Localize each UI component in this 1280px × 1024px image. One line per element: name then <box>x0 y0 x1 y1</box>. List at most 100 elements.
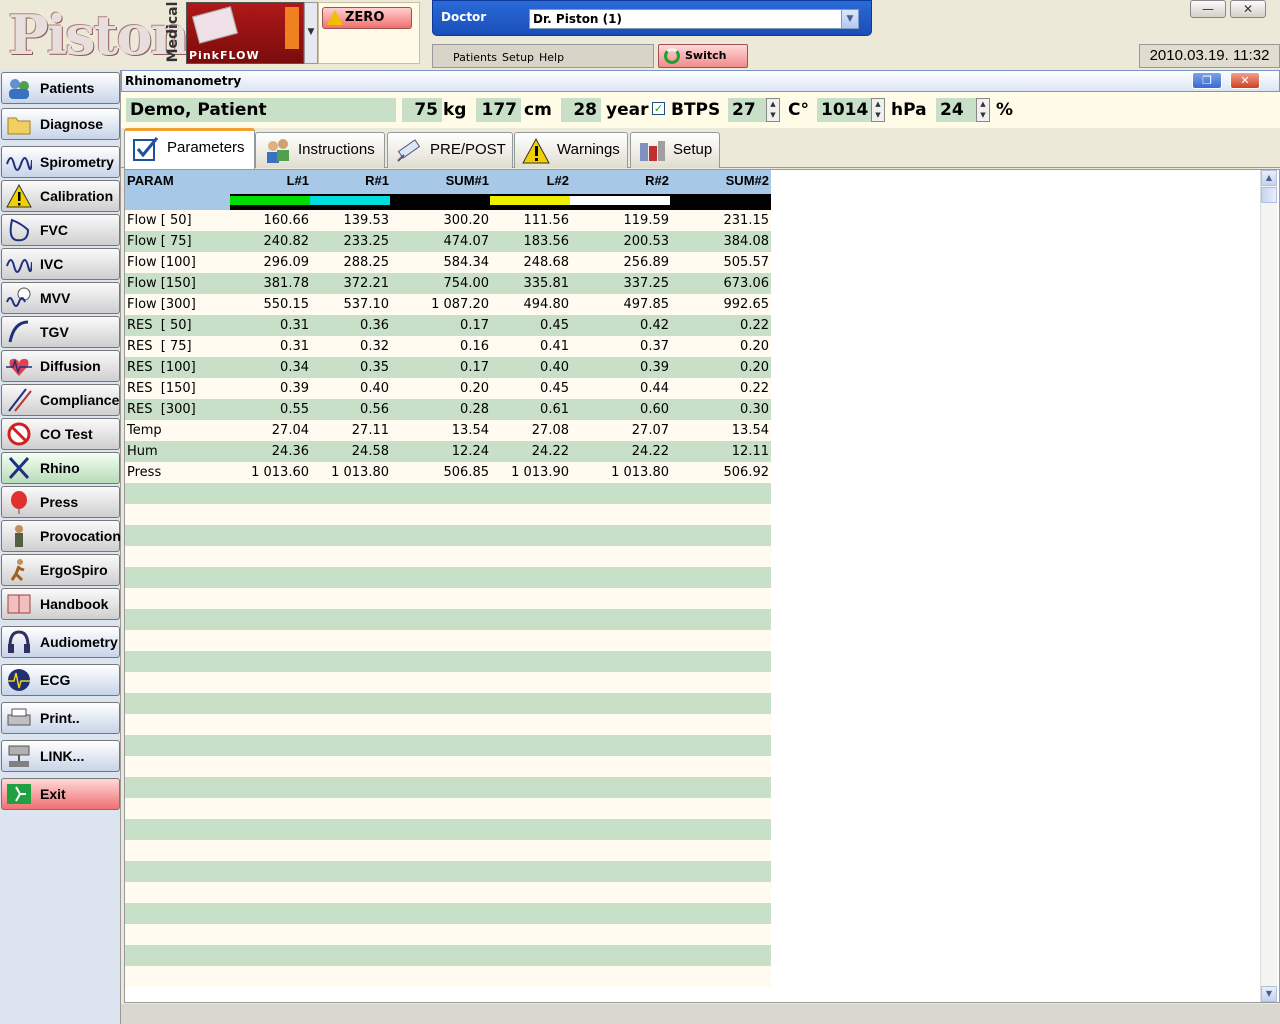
empty-row <box>125 693 771 714</box>
menu-help[interactable]: Help <box>539 51 564 64</box>
sidebar-item-tgv[interactable]: TGV <box>1 316 120 348</box>
tab-warnings[interactable]: Warnings <box>514 132 628 168</box>
device-selector[interactable]: PinkFLOW <box>186 2 304 64</box>
logo-text: Piston <box>8 3 190 67</box>
sidebar-item-audiometry[interactable]: Audiometry <box>1 626 120 658</box>
rhinomanometry-window: Rhinomanometry ❐ ✕ Demo, Patient 75 kg 1… <box>121 70 1280 1024</box>
table-row[interactable]: RES [ 75] 0.31 0.32 0.16 0.41 0.37 0.20 <box>125 336 771 357</box>
ecg-icon <box>8 669 30 691</box>
series-color-legend <box>230 194 771 210</box>
sidebar-item-co-test[interactable]: CO Test <box>1 418 120 450</box>
sidebar-item-ergospiro[interactable]: ErgoSpiro <box>1 554 120 586</box>
table-row[interactable]: Flow [100] 296.09 288.25 584.34 248.68 256.89… <box>125 252 771 273</box>
chevron-down-icon[interactable]: ▼ <box>841 10 858 28</box>
scroll-up-icon[interactable]: ▲ <box>1261 170 1277 186</box>
sidebar-item-spirometry[interactable]: Spirometry <box>1 146 120 178</box>
table-row[interactable]: RES [150] 0.39 0.40 0.20 0.45 0.44 0.22 <box>125 378 771 399</box>
value-cell: 506.92 <box>723 465 770 480</box>
sidebar-item-exit[interactable]: Exit <box>1 778 120 810</box>
tab-instructions[interactable]: Instructions <box>255 132 385 168</box>
table-row[interactable]: RES [300] 0.55 0.56 0.28 0.61 0.60 0.30 <box>125 399 771 420</box>
value-cell: 992.65 <box>723 297 770 312</box>
sidebar-item-print[interactable]: Print.. <box>1 702 120 734</box>
table-row[interactable]: Press 1 013.60 1 013.80 506.85 1 013.90 1 013… <box>125 462 771 483</box>
vertical-scrollbar[interactable]: ▲ ▼ <box>1260 170 1277 1002</box>
tab-setup[interactable]: Setup <box>630 132 720 168</box>
chevron-down-icon[interactable]: ▼ <box>304 2 318 64</box>
sidebar-item-compliance[interactable]: Compliance <box>1 384 120 416</box>
table-row[interactable]: RES [ 50] 0.31 0.36 0.17 0.45 0.42 0.22 <box>125 315 771 336</box>
table-row[interactable]: Hum 24.36 24.58 12.24 24.22 24.22 12.11 <box>125 441 771 462</box>
sidebar-item-mvv[interactable]: MVV <box>1 282 120 314</box>
sidebar-item-patients[interactable]: Patients <box>1 72 120 104</box>
temp-input[interactable]: 27 <box>728 98 766 122</box>
legend-l1 <box>230 196 310 205</box>
sidebar-item-handbook[interactable]: Handbook <box>1 588 120 620</box>
sidebar-item-label: Handbook <box>40 596 109 612</box>
sidebar-item-label: MVV <box>40 290 71 306</box>
window-close-button[interactable]: ✕ <box>1230 72 1260 89</box>
btps-checkbox[interactable]: ✓ <box>652 102 665 115</box>
value-cell: 0.40 <box>540 360 569 375</box>
scroll-thumb[interactable] <box>1261 187 1277 203</box>
param-name-cell: Flow [ 75] <box>127 234 192 249</box>
sidebar-item-press[interactable]: Press <box>1 486 120 518</box>
sidebar-item-link[interactable]: LINK... <box>1 740 120 772</box>
zero-label: ZERO <box>345 10 385 25</box>
table-row[interactable]: Temp 27.04 27.11 13.54 27.08 27.07 13.54 <box>125 420 771 441</box>
sidebar-item-label: CO Test <box>40 426 93 442</box>
tab-bar: Parameters Instructions PRE/POST Warning… <box>121 128 1280 169</box>
minimize-button[interactable]: — <box>1190 0 1226 18</box>
table-row[interactable]: Flow [150] 381.78 372.21 754.00 335.81 337.25… <box>125 273 771 294</box>
tab-parameters[interactable]: Parameters <box>124 128 255 169</box>
value-cell: 494.80 <box>523 297 570 312</box>
window-title: Rhinomanometry <box>125 74 242 88</box>
value-cell: 506.85 <box>443 465 490 480</box>
warning-icon <box>6 184 32 208</box>
value-cell: 0.39 <box>280 381 309 396</box>
table-row[interactable]: RES [100] 0.34 0.35 0.17 0.40 0.39 0.20 <box>125 357 771 378</box>
legend-l2 <box>490 196 570 205</box>
menu-patients[interactable]: Patients <box>453 51 497 64</box>
syringe-icon <box>397 139 421 162</box>
pressure-spinner[interactable]: ▲ ▼ <box>871 98 885 122</box>
zero-button[interactable]: ZERO <box>322 7 412 29</box>
sidebar-item-fvc[interactable]: FVC <box>1 214 120 246</box>
humidity-spinner[interactable]: ▲ ▼ <box>976 98 990 122</box>
table-row[interactable]: Flow [ 75] 240.82 233.25 474.07 183.56 200.53… <box>125 231 771 252</box>
sidebar-item-diagnose[interactable]: Diagnose <box>1 108 120 140</box>
pressure-input[interactable]: 1014 <box>817 98 871 122</box>
doctor-panel: Doctor Dr. Piston (1) ▼ <box>432 0 872 36</box>
sidebar-item-ivc[interactable]: IVC <box>1 248 120 280</box>
sidebar-item-calibration[interactable]: Calibration <box>1 180 120 212</box>
sidebar-item-provocation[interactable]: Provocation <box>1 520 121 552</box>
sidebar: Patients Diagnose Spirometry Calibration FVC… <box>0 70 121 1024</box>
value-cell: 505.57 <box>723 255 770 270</box>
sidebar-item-rhino[interactable]: Rhino <box>1 452 120 484</box>
wave-icon <box>6 157 32 171</box>
switch-db-button[interactable]: Switch DB <box>658 44 748 84</box>
person-icon <box>15 525 23 547</box>
doctor-select[interactable]: Dr. Piston (1) ▼ <box>529 9 859 29</box>
close-button[interactable]: ✕ <box>1230 0 1266 18</box>
scroll-down-icon[interactable]: ▼ <box>1261 986 1277 1002</box>
param-name-cell: Flow [ 50] <box>127 213 192 228</box>
tab-pre-post[interactable]: PRE/POST <box>387 132 513 168</box>
heart-wave-icon <box>6 358 32 376</box>
sidebar-item-ecg[interactable]: ECG <box>1 664 120 696</box>
sidebar-item-diffusion[interactable]: Diffusion <box>1 350 120 382</box>
table-row[interactable]: Flow [ 50] 160.66 139.53 300.20 111.56 119.59… <box>125 210 771 231</box>
menu-setup[interactable]: Setup <box>502 51 534 64</box>
empty-row <box>125 798 771 819</box>
humidity-input[interactable]: 24 <box>936 98 976 122</box>
book-icon <box>7 594 31 614</box>
restore-button[interactable]: ❐ <box>1192 72 1222 89</box>
temp-spinner[interactable]: ▲ ▼ <box>766 98 780 122</box>
table-row[interactable]: Flow [300] 550.15 537.10 1 087.20 494.80 497.… <box>125 294 771 315</box>
sidebar-item-label: Audiometry <box>40 634 118 650</box>
empty-row <box>125 966 771 987</box>
value-cell: 27.07 <box>631 423 669 438</box>
value-cell: 0.44 <box>640 381 669 396</box>
sidebar-item-label: Diffusion <box>40 358 101 374</box>
window-controls: — ✕ <box>1190 0 1272 18</box>
